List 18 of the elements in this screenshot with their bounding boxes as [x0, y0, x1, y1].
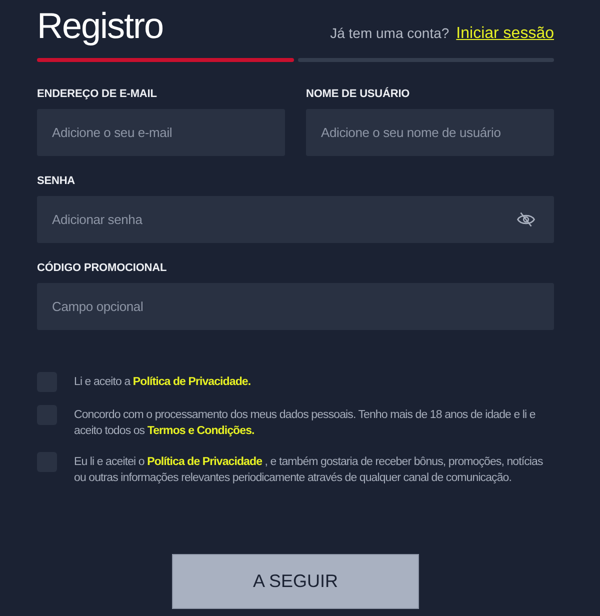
text-field[interactable]: Campo opcional [37, 283, 554, 330]
consent-text: Li e aceito a Política de Privacidade. [74, 375, 251, 390]
document-link[interactable]: Política de Privacidade [147, 456, 262, 468]
field-label: SENHA [37, 174, 76, 189]
document-link[interactable]: Termos e Condições. [147, 425, 254, 437]
field-label: CÓDIGO PROMOCIONAL [37, 260, 168, 276]
page-title: Registro [37, 4, 164, 48]
login-link[interactable]: Iniciar sessão [456, 25, 554, 43]
document-link[interactable]: Política de Privacidade. [132, 376, 251, 388]
password-field[interactable]: Adicionar senha [37, 196, 554, 243]
text-field[interactable]: Adicione o seu nome de usuário [306, 109, 554, 156]
consent-text: Eu li e aceitei o Política de Privacidade , e também gostaria de receber bônus, promoções, notícias ou outras informações relevantes periodicamente através de qualquer canal de comunicação. [74, 455, 544, 486]
eye-slash-icon[interactable] [517, 212, 535, 227]
field-label: ENDEREÇO DE E-MAIL [37, 87, 158, 102]
field-label: NOME DE USUÁRIO [306, 86, 411, 102]
account-prompt: Já tem uma conta? [330, 25, 450, 41]
email-field[interactable]: Adicione o seu e-mail [37, 109, 285, 156]
consent-text: Concordo com o processamento dos meus dados pessoais. Tenho mais de 18 anos de idade e li e aceito todos os Termos e Condições. [74, 408, 536, 439]
